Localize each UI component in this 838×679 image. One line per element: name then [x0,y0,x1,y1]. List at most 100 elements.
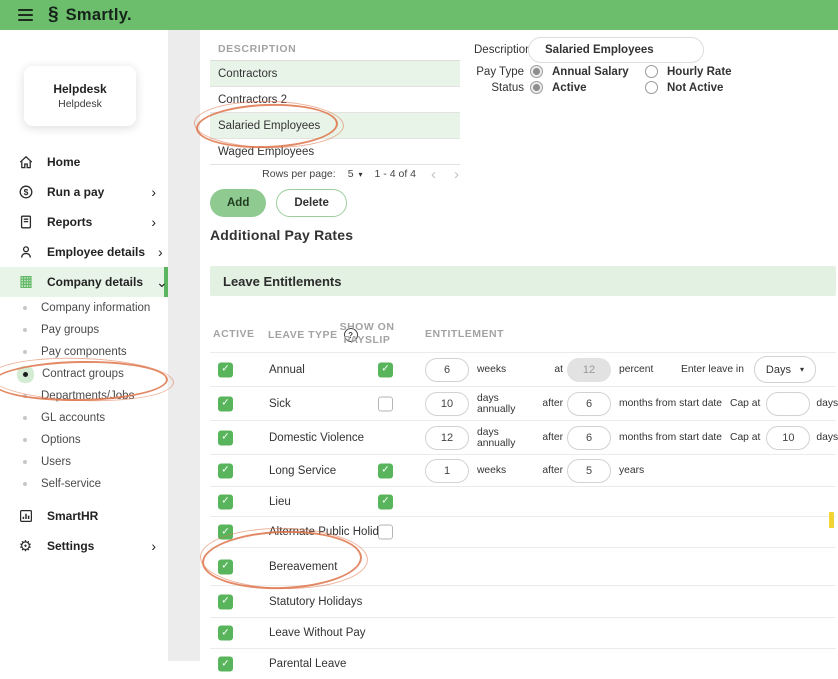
description-input[interactable] [528,37,704,63]
pagination-range: 1 - 4 of 4 [375,168,416,180]
smartly-logo-icon: § [48,4,59,26]
sidebar-item-gl-accounts[interactable]: GL accounts [0,407,168,429]
sidebar-item-departments-jobs[interactable]: Departments/Jobs [0,385,168,407]
cap-value-input[interactable] [766,426,810,450]
caret-down-icon: ▾ [359,170,363,179]
sidebar-subitem-label: Departments/Jobs [41,390,134,402]
mid-unit: years [619,465,644,476]
sidebar-item-label: SmartHR [47,509,98,523]
sidebar-item-company-information[interactable]: Company information [0,297,168,319]
leave-row-long-service: ✓ Long Service ✓ weeks after years [210,455,836,487]
payslip-checkbox[interactable]: ✓ [378,494,393,509]
leave-row-lieu: ✓ Lieu ✓ [210,487,836,517]
active-checkbox[interactable]: ✓ [218,559,233,574]
radio-active-label: Active [552,82,587,94]
active-checkbox[interactable]: ✓ [218,463,233,478]
next-page-button[interactable]: › [451,167,462,182]
contract-groups-table: DESCRIPTION Contractors Contractors 2 Sa… [210,38,460,165]
profile-card[interactable]: Helpdesk Helpdesk [24,66,136,126]
app-logo[interactable]: § Smartly. [48,4,132,26]
active-checkbox[interactable]: ✓ [218,396,233,411]
sidebar-item-self-service[interactable]: Self-service [0,473,168,495]
mid-unit: months from start date [619,398,722,409]
leave-row-annual: ✓ Annual ✓ weeks at percent Enter leave … [210,353,836,387]
entitlement-value-input[interactable] [425,459,469,483]
mid-label: at [533,364,563,375]
sidebar-item-label: Company details [47,275,143,289]
pay-type-label: Pay Type [470,66,524,78]
show-on-payslip-column-header: SHOW ON PAYSLIP [338,321,396,347]
payslip-checkbox[interactable]: ✓ [378,362,393,377]
sidebar-item-employee-details[interactable]: Employee details › [0,237,168,267]
bullet-icon [23,328,27,332]
entitlement-value-input[interactable] [425,358,469,382]
leave-row-alternate-public-holiday: ✓ Alternate Public Holiday ✓ [210,517,836,548]
contract-group-row-salaried-employees[interactable]: Salaried Employees [210,113,460,139]
sidebar-item-home[interactable]: Home [0,147,168,177]
chevron-down-icon: ⌄ [156,275,168,289]
payslip-checkbox[interactable]: ✓ [378,525,393,540]
after-value-input[interactable] [567,459,611,483]
leave-row-leave-without-pay: ✓ Leave Without Pay ✓ [210,618,836,649]
building-grid-icon [17,274,34,291]
active-checkbox[interactable]: ✓ [218,626,233,641]
sidebar-item-users[interactable]: Users [0,451,168,473]
sidebar-item-company-details[interactable]: Company details ⌄ [0,267,168,297]
contract-group-label: Salaried Employees [218,120,320,132]
radio-hourly-rate[interactable] [645,65,658,78]
delete-button[interactable]: Delete [276,189,347,217]
contract-group-row[interactable]: Contractors 2 [210,87,460,113]
cap-label: Cap at [730,432,760,443]
app-title: Smartly. [66,6,132,25]
sidebar-item-pay-components[interactable]: Pay components [0,341,168,363]
active-checkbox[interactable]: ✓ [218,594,233,609]
leave-row-statutory-holidays: ✓ Statutory Holidays ✓ [210,586,836,618]
home-icon [17,154,34,171]
active-checkbox[interactable]: ✓ [218,362,233,377]
bullet-icon [23,416,27,420]
leave-row-domestic-violence: ✓ Domestic Violence ✓ days annually afte… [210,421,836,455]
radio-active[interactable] [530,81,543,94]
after-value-input[interactable] [567,426,611,450]
radio-annual-salary[interactable] [530,65,543,78]
active-checkbox[interactable]: ✓ [218,525,233,540]
sidebar-item-run-a-pay[interactable]: $ Run a pay › [0,177,168,207]
sidebar-subitem-label: Contract groups [42,368,124,380]
payslip-checkbox[interactable]: ✓ [378,463,393,478]
sidebar-item-smarthr[interactable]: SmartHR [0,501,168,531]
entitlement-value-input[interactable] [425,426,469,450]
sidebar-item-settings[interactable]: ⚙ Settings › [0,531,168,561]
status-label: Status [470,82,524,94]
payslip-checkbox[interactable]: ✓ [378,396,393,411]
sidebar-item-pay-groups[interactable]: Pay groups [0,319,168,341]
leave-entitlements-title: Leave Entitlements [223,274,342,289]
hamburger-menu-icon[interactable] [18,9,33,21]
cap-unit: days [816,432,838,443]
sidebar-item-label: Home [47,155,80,169]
leave-unit-dropdown[interactable]: Days ▾ [754,356,816,383]
sidebar-item-label: Run a pay [47,185,104,199]
sidebar-item-options[interactable]: Options [0,429,168,451]
profile-subtitle: Helpdesk [58,98,102,110]
rows-per-page-select[interactable]: 5 ▾ [348,168,363,180]
active-checkbox[interactable]: ✓ [218,494,233,509]
after-value-input[interactable] [567,392,611,416]
enter-leave-in-group: Enter leave in Days ▾ [681,356,816,383]
previous-page-button[interactable]: ‹ [428,167,439,182]
sidebar-item-reports[interactable]: Reports › [0,207,168,237]
mid-label: after [533,398,563,409]
contract-group-row[interactable]: Contractors [210,61,460,87]
enter-leave-in-label: Enter leave in [681,364,744,375]
cap-value-input[interactable] [766,392,810,416]
active-checkbox[interactable]: ✓ [218,657,233,672]
table-pagination: Rows per page: 5 ▾ 1 - 4 of 4 ‹ › [210,162,462,186]
active-checkbox[interactable]: ✓ [218,430,233,445]
radio-not-active[interactable] [645,81,658,94]
leave-type-label: Parental Leave [269,658,346,670]
sidebar-item-contract-groups[interactable]: Contract groups [0,363,168,385]
leave-rows: ✓ Annual ✓ weeks at percent Enter leave … [210,352,836,679]
bullet-icon [23,460,27,464]
add-button[interactable]: Add [210,189,266,217]
entitlement-value-input[interactable] [425,392,469,416]
entitlement-unit: days annually [477,427,533,449]
